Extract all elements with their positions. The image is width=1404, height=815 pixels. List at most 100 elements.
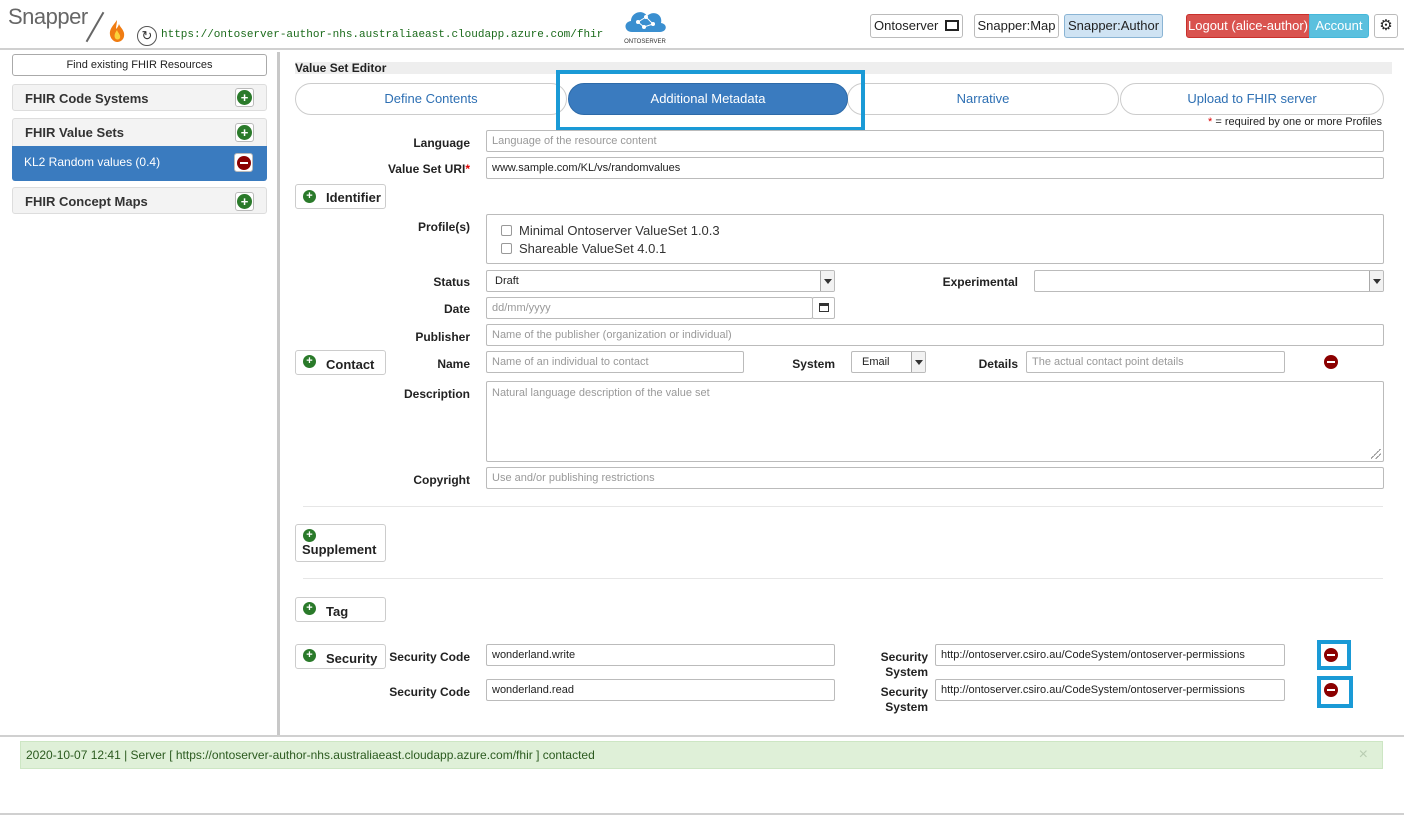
chevron-down-icon	[1369, 271, 1383, 291]
add-value-set-button[interactable]: +	[235, 123, 254, 142]
code-systems-panel[interactable]: FHIR Code Systems +	[12, 84, 267, 111]
calendar-icon	[818, 303, 829, 312]
gear-icon: ⚙	[1379, 17, 1393, 34]
copyright-label: Copyright	[413, 473, 470, 487]
contact-details-label: Details	[978, 357, 1018, 371]
security-system-label: Security System	[880, 685, 928, 714]
logo-slash	[85, 11, 105, 43]
snapper-map-button[interactable]: Snapper:Map	[974, 14, 1059, 38]
security-system-label: Security System	[880, 650, 928, 679]
value-set-uri-label: Value Set URI*	[387, 162, 470, 176]
ontoserver-button[interactable]: Ontoserver	[870, 14, 963, 38]
chevron-down-icon	[820, 271, 834, 291]
language-input[interactable]: Language of the resource content	[486, 130, 1384, 152]
description-textarea[interactable]: Natural language description of the valu…	[486, 381, 1384, 462]
description-label: Description	[403, 387, 470, 401]
date-input[interactable]: dd/mm/yyyy	[486, 297, 813, 319]
security-code-label: Security Code	[389, 650, 470, 664]
add-security-button[interactable]: + Security	[295, 644, 386, 669]
value-set-editor: Value Set Editor Define Contents Narrati…	[283, 52, 1404, 735]
add-identifier-button[interactable]: + Identifier	[295, 184, 386, 209]
plus-icon: +	[303, 529, 316, 542]
profile-checkbox-shareable[interactable]	[501, 243, 512, 254]
remove-value-set-button[interactable]	[234, 153, 253, 172]
add-contact-button[interactable]: + Contact	[295, 350, 386, 375]
remove-security-icon[interactable]	[1324, 648, 1338, 662]
add-concept-map-button[interactable]: +	[235, 192, 254, 211]
contact-name-label: Name	[437, 357, 470, 371]
plus-icon: +	[303, 190, 316, 203]
account-button[interactable]: Account	[1309, 14, 1369, 38]
server-url: https://ontoserver-author-nhs.australiae…	[161, 29, 604, 41]
monitor-icon	[944, 20, 959, 31]
concept-maps-title: FHIR Concept Maps	[25, 194, 148, 209]
publisher-input[interactable]: Name of the publisher (organization or i…	[486, 324, 1384, 346]
add-supplement-button[interactable]: + Supplement	[295, 524, 386, 562]
server-status-alert: 2020-10-07 12:41 | Server [ https://onto…	[20, 741, 1383, 769]
add-tag-button[interactable]: + Tag	[295, 597, 386, 622]
profiles-box: Minimal Ontoserver ValueSet 1.0.3 Sharea…	[486, 214, 1384, 264]
resize-handle-icon[interactable]	[1371, 449, 1381, 459]
settings-button[interactable]: ⚙	[1374, 14, 1398, 38]
status-message: 2020-10-07 12:41 | Server [ https://onto…	[26, 748, 595, 762]
contact-system-label: System	[792, 357, 835, 371]
app-header: Snapper ↻ https://ontoserver-author-nhs.…	[0, 0, 1404, 50]
security-code-input[interactable]: wonderland.write	[486, 644, 835, 666]
security-code-label: Security Code	[389, 685, 470, 699]
value-sets-title: FHIR Value Sets	[25, 125, 124, 140]
chevron-down-icon	[911, 352, 925, 372]
calendar-button[interactable]	[812, 297, 835, 319]
tab-highlight-box	[556, 70, 865, 131]
status-footer: 2020-10-07 12:41 | Server [ https://onto…	[0, 735, 1404, 815]
tab-upload[interactable]: Upload to FHIR server	[1120, 83, 1384, 115]
divider	[303, 506, 1383, 507]
plus-icon: +	[237, 194, 252, 209]
plus-icon: +	[237, 125, 252, 140]
close-icon[interactable]: ×	[1359, 742, 1368, 768]
ontoserver-logo: ONTOSERVER	[620, 4, 670, 46]
tab-define-contents[interactable]: Define Contents	[295, 83, 567, 115]
plus-icon: +	[303, 355, 316, 368]
code-systems-title: FHIR Code Systems	[25, 91, 149, 106]
experimental-label: Experimental	[942, 275, 1018, 289]
profile-checkbox-minimal[interactable]	[501, 225, 512, 236]
experimental-select[interactable]	[1034, 270, 1384, 292]
security-system-input[interactable]: http://ontoserver.csiro.au/CodeSystem/on…	[935, 644, 1285, 666]
value-set-item-active[interactable]: KL2 Random values (0.4)	[12, 146, 267, 181]
value-sets-panel[interactable]: FHIR Value Sets + KL2 Random values (0.4…	[12, 118, 267, 181]
security-code-input[interactable]: wonderland.read	[486, 679, 835, 701]
profile-label-shareable: Shareable ValueSet 4.0.1	[519, 241, 667, 256]
minus-icon	[237, 156, 251, 170]
plus-icon: +	[303, 649, 316, 662]
refresh-icon[interactable]: ↻	[137, 26, 157, 46]
value-set-item-label: KL2 Random values (0.4)	[24, 155, 161, 169]
concept-maps-panel[interactable]: FHIR Concept Maps +	[12, 187, 267, 214]
profiles-label: Profile(s)	[417, 220, 470, 234]
profile-label-minimal: Minimal Ontoserver ValueSet 1.0.3	[519, 223, 720, 238]
sidebar: Find existing FHIR Resources FHIR Code S…	[0, 52, 280, 735]
contact-system-select[interactable]: Email	[851, 351, 926, 373]
flame-icon	[104, 18, 130, 47]
security-system-input[interactable]: http://ontoserver.csiro.au/CodeSystem/on…	[935, 679, 1285, 701]
remove-contact-icon[interactable]	[1324, 355, 1338, 369]
divider	[303, 578, 1383, 579]
required-note: * = required by one or more Profiles	[1208, 116, 1382, 128]
plus-icon: +	[303, 602, 316, 615]
status-select[interactable]: Draft	[486, 270, 835, 292]
tab-narrative[interactable]: Narrative	[847, 83, 1119, 115]
find-resources-button[interactable]: Find existing FHIR Resources	[12, 54, 267, 76]
contact-details-input[interactable]: The actual contact point details	[1026, 351, 1285, 373]
snapper-author-button[interactable]: Snapper:Author	[1064, 14, 1163, 38]
plus-icon: +	[237, 90, 252, 105]
date-label: Date	[443, 302, 470, 316]
logout-button[interactable]: Logout (alice-author)	[1186, 14, 1310, 38]
language-label: Language	[413, 136, 470, 150]
copyright-input[interactable]: Use and/or publishing restrictions	[486, 467, 1384, 489]
value-set-uri-input[interactable]: www.sample.com/KL/vs/randomvalues	[486, 157, 1384, 179]
publisher-label: Publisher	[415, 330, 470, 344]
app-logo: Snapper	[8, 4, 88, 29]
status-label: Status	[433, 275, 470, 289]
contact-name-input[interactable]: Name of an individual to contact	[486, 351, 744, 373]
remove-security-icon[interactable]	[1324, 683, 1338, 697]
add-code-system-button[interactable]: +	[235, 88, 254, 107]
